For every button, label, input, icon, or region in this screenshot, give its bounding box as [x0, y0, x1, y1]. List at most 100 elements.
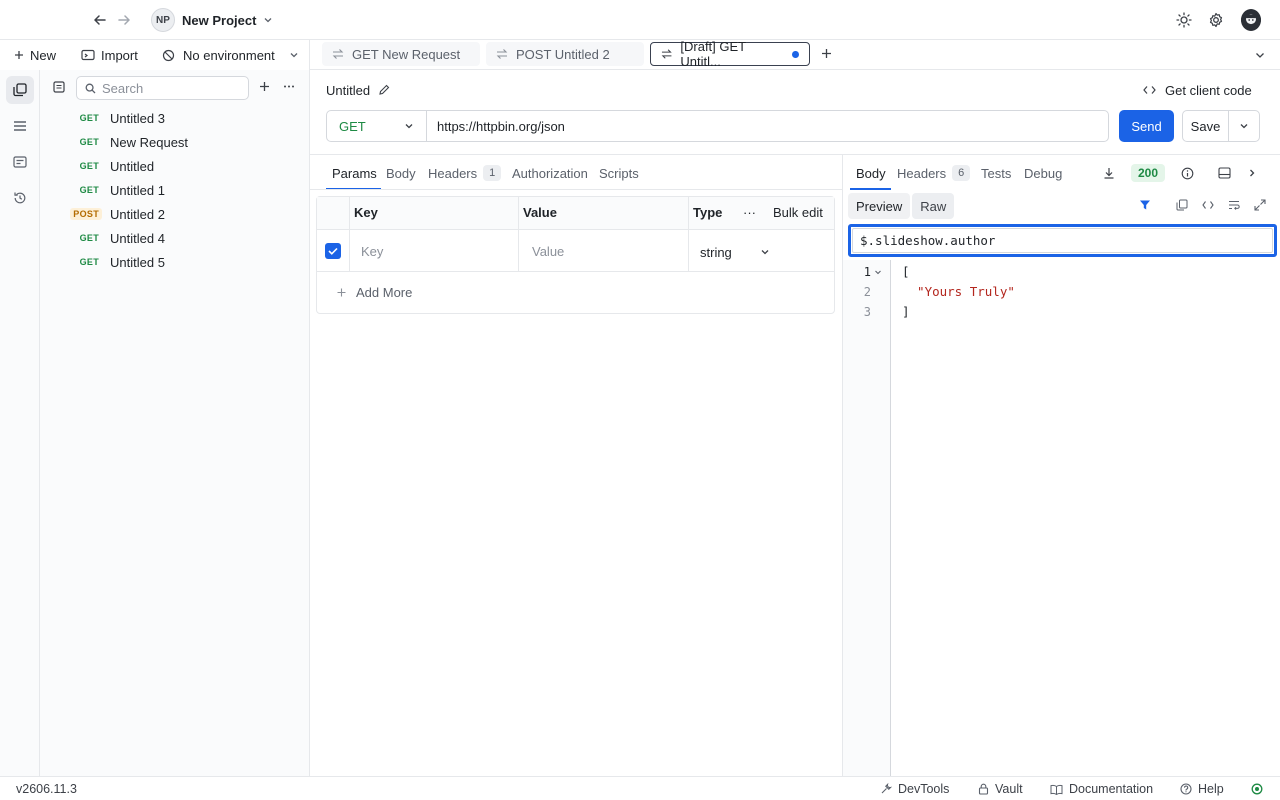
- user-avatar[interactable]: [1241, 9, 1261, 31]
- chevron-right-icon[interactable]: [1243, 164, 1261, 182]
- tab-new-request[interactable]: GET New Request: [322, 42, 480, 66]
- import-button[interactable]: Import: [81, 45, 138, 65]
- status-badge: 200: [1131, 164, 1166, 182]
- history-icon[interactable]: [6, 184, 34, 212]
- tab-authorization[interactable]: Authorization: [512, 163, 588, 183]
- tab-params[interactable]: Params: [332, 163, 377, 183]
- list-item[interactable]: GET Untitled 4: [40, 226, 310, 250]
- line-number: 3: [863, 305, 871, 319]
- filter-funnel-icon[interactable]: [1136, 196, 1154, 214]
- tab-untitled-2[interactable]: POST Untitled 2: [486, 42, 644, 66]
- plus-icon: [15, 51, 23, 59]
- column-more-icon[interactable]: ···: [743, 205, 756, 220]
- url-input[interactable]: [427, 111, 1108, 141]
- status-bar: v2606.11.3 DevTools Vault Documentation …: [0, 776, 1280, 800]
- list-icon[interactable]: [6, 112, 34, 140]
- method-badge: GET: [79, 233, 99, 243]
- copy-icon[interactable]: [1173, 196, 1191, 214]
- params-table: Key Value Type ··· Bulk edit string Add …: [316, 196, 835, 314]
- param-type-select[interactable]: string: [700, 243, 770, 261]
- chevron-down-icon: [290, 53, 298, 58]
- tab-authorization-label: Authorization: [512, 165, 588, 181]
- collection-icon[interactable]: [52, 80, 66, 94]
- param-value-input[interactable]: [532, 238, 682, 264]
- http-request-icon: [661, 49, 672, 59]
- tab-body[interactable]: Body: [386, 163, 416, 183]
- word-wrap-icon[interactable]: [1225, 196, 1243, 214]
- chevron-down-icon: [405, 124, 413, 129]
- save-button[interactable]: Save: [1183, 111, 1229, 141]
- request-name: Untitled: [110, 158, 155, 174]
- tab-response-headers-label: Headers: [897, 165, 947, 181]
- tab-response-body[interactable]: Body: [856, 163, 886, 183]
- documentation-button[interactable]: Documentation: [1050, 781, 1153, 797]
- tab-params-label: Params: [332, 165, 377, 181]
- params-header-row: Key Value Type ··· Bulk edit: [317, 197, 834, 230]
- tab-response-tests[interactable]: Tests: [981, 163, 1011, 183]
- download-icon[interactable]: [1100, 164, 1118, 182]
- environments-icon[interactable]: [6, 148, 34, 176]
- forward-arrow-icon[interactable]: [114, 10, 134, 30]
- devtools-button[interactable]: DevTools: [880, 781, 949, 797]
- list-item[interactable]: POST Untitled 2: [40, 202, 310, 226]
- param-type-value: string: [700, 244, 732, 260]
- list-item[interactable]: GET Untitled 1: [40, 178, 310, 202]
- list-item[interactable]: GET Untitled 5: [40, 250, 310, 274]
- top-bar: NP New Project: [0, 0, 1280, 40]
- more-options-icon[interactable]: [283, 81, 295, 92]
- view-preview-button[interactable]: Preview: [848, 193, 911, 219]
- client-code-label: Get client code: [1165, 82, 1252, 98]
- get-client-code-button[interactable]: Get client code: [1143, 80, 1252, 100]
- list-item[interactable]: GET Untitled 3: [40, 106, 310, 130]
- project-name: New Project: [182, 12, 257, 28]
- code-view-icon[interactable]: [1199, 196, 1217, 214]
- layout-panel-icon[interactable]: [1215, 164, 1233, 182]
- fold-chevron-icon[interactable]: [874, 268, 882, 276]
- expand-icon[interactable]: [1251, 196, 1269, 214]
- edit-pencil-icon[interactable]: [378, 84, 390, 96]
- list-item[interactable]: GET New Request: [40, 130, 310, 154]
- info-icon[interactable]: [1178, 164, 1196, 182]
- unsaved-dot: [792, 50, 799, 58]
- code-line: ]: [902, 304, 910, 319]
- bulk-edit-button[interactable]: Bulk edit: [773, 205, 823, 220]
- save-options-chevron-icon[interactable]: [1229, 111, 1259, 141]
- view-raw-button[interactable]: Raw: [912, 193, 955, 219]
- method-badge: GET: [79, 257, 99, 267]
- method-badge: GET: [79, 161, 99, 171]
- search-box: [76, 76, 249, 100]
- new-tab-plus-icon[interactable]: [821, 48, 832, 59]
- tabs-overflow-chevron-icon[interactable]: [1254, 49, 1266, 61]
- documentation-label: Documentation: [1069, 782, 1154, 796]
- help-button[interactable]: Help: [1180, 781, 1224, 797]
- tab-response-debug[interactable]: Debug: [1024, 163, 1062, 183]
- collections-icon[interactable]: [6, 76, 34, 104]
- settings-gear-icon[interactable]: [1206, 10, 1226, 30]
- http-request-icon: [332, 49, 344, 59]
- tab-scripts[interactable]: Scripts: [599, 163, 639, 183]
- theme-sun-icon[interactable]: [1174, 10, 1194, 30]
- add-request-icon[interactable]: [259, 81, 270, 92]
- method-select[interactable]: GET: [327, 111, 427, 141]
- param-enabled-checkbox[interactable]: [325, 243, 341, 259]
- sync-status-icon[interactable]: [1251, 781, 1263, 797]
- environment-select[interactable]: No environment: [162, 45, 299, 65]
- vault-button[interactable]: Vault: [978, 781, 1023, 797]
- plus-icon: [337, 288, 346, 296]
- project-switcher[interactable]: NP New Project: [151, 8, 273, 32]
- send-button[interactable]: Send: [1119, 110, 1174, 142]
- tab-draft-untitled[interactable]: [Draft] GET Untitl...: [650, 39, 810, 69]
- request-list: GET Untitled 3 GET New Request GET Untit…: [40, 106, 310, 274]
- request-title[interactable]: Untitled: [326, 80, 390, 100]
- add-more-button[interactable]: Add More: [337, 283, 412, 301]
- back-arrow-icon[interactable]: [90, 10, 110, 30]
- new-button[interactable]: New: [14, 45, 56, 65]
- method-badge: GET: [79, 113, 99, 123]
- search-input[interactable]: [102, 80, 242, 96]
- tab-headers[interactable]: Headers 1: [428, 163, 502, 183]
- jsonpath-filter-input[interactable]: [852, 228, 1273, 253]
- tab-response-headers[interactable]: Headers 6: [897, 163, 971, 183]
- response-active-tab-underline: [850, 188, 891, 190]
- list-item[interactable]: GET Untitled: [40, 154, 310, 178]
- param-key-input[interactable]: [361, 238, 511, 264]
